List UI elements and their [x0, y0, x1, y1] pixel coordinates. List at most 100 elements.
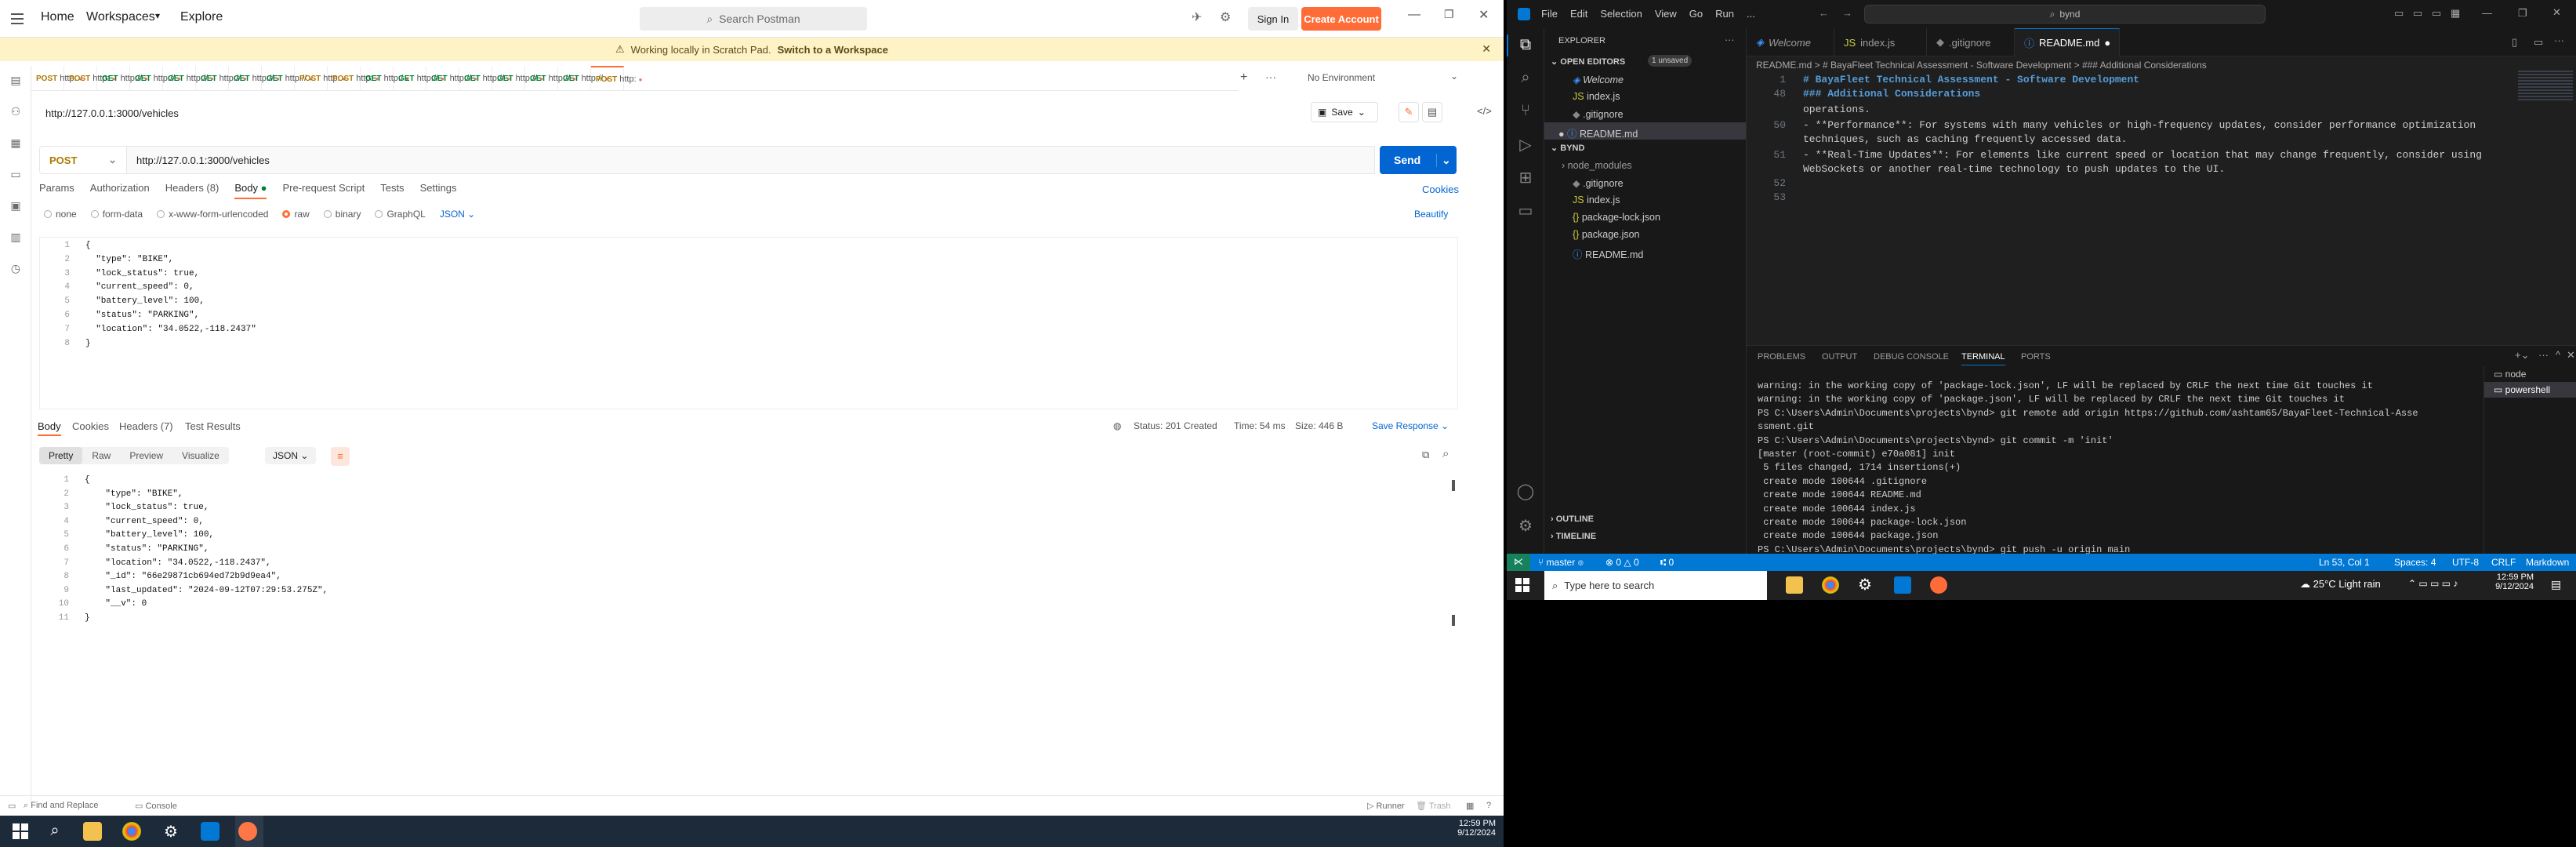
more-icon[interactable]: ···: [2538, 349, 2549, 361]
trash-button[interactable]: 🗑 Trash: [1416, 801, 1451, 811]
request-tab[interactable]: GET http://●: [426, 66, 477, 91]
ports-indicator[interactable]: ⑆ 0: [1660, 557, 1674, 568]
branch-indicator[interactable]: ⑂ master ◎: [1538, 557, 1584, 568]
request-tab[interactable]: POST http: ●: [64, 66, 115, 91]
folder-header[interactable]: ⌄ BYND: [1551, 143, 1584, 153]
mock-servers-icon[interactable]: ▣: [8, 199, 24, 213]
layout-icon[interactable]: ▦: [2451, 7, 2460, 20]
chrome-icon[interactable]: [1822, 576, 1839, 594]
scrollbar-thumb[interactable]: [1452, 480, 1455, 491]
panel-tab-debug[interactable]: DEBUG CONSOLE: [1874, 352, 1949, 362]
terminal-node[interactable]: ▭ node: [2484, 366, 2576, 382]
find-replace-button[interactable]: ⌕ Find and Replace: [24, 801, 98, 811]
settings-icon[interactable]: ⚙: [1858, 575, 1872, 594]
scrollbar-thumb[interactable]: [1452, 615, 1455, 626]
open-editors-header[interactable]: ⌄ OPEN EDITORS: [1551, 56, 1625, 67]
tab-params[interactable]: Params: [39, 182, 74, 199]
file-readme[interactable]: ⓘ README.md: [1573, 246, 1643, 261]
notification-icon[interactable]: ▤: [2551, 578, 2561, 591]
vscode-icon[interactable]: [1894, 576, 1911, 594]
resp-tab-tests[interactable]: Test Results: [185, 420, 241, 432]
request-tab[interactable]: POST http: ●: [591, 66, 642, 91]
toggle-panel-icon[interactable]: ▭: [2413, 7, 2422, 20]
terminal-powershell[interactable]: ▭ powershell: [2484, 382, 2576, 398]
apis-icon[interactable]: ▭: [8, 168, 24, 182]
menu-item[interactable]: View: [1655, 8, 1677, 20]
radio-raw[interactable]: raw: [282, 209, 310, 220]
open-preview-icon[interactable]: ▭: [2534, 36, 2543, 49]
gear-icon[interactable]: ⚙: [1516, 516, 1535, 535]
tab-pre-request[interactable]: Pre-request Script: [282, 182, 365, 199]
file-package-lock[interactable]: {} package-lock.json: [1573, 212, 1660, 223]
environments-icon[interactable]: ⚇: [8, 105, 24, 119]
close-icon[interactable]: ✕: [1478, 7, 1489, 23]
request-tab[interactable]: GET http://●: [394, 66, 444, 91]
file-node-modules[interactable]: › node_modules: [1562, 160, 1632, 171]
environment-select[interactable]: No Environment: [1308, 72, 1375, 83]
radio-graphql[interactable]: GraphQL: [375, 209, 426, 220]
problems-indicator[interactable]: ⊗ 0 △ 0: [1605, 557, 1639, 568]
search-icon[interactable]: ⌕: [1442, 447, 1449, 460]
cookies-link[interactable]: Cookies: [1422, 184, 1459, 195]
console-button[interactable]: ▭ Console: [135, 801, 177, 811]
file-explorer-icon[interactable]: [83, 822, 102, 841]
chevron-down-icon[interactable]: ▾: [155, 10, 160, 21]
panel-tab-terminal[interactable]: TERMINAL: [1961, 352, 2005, 365]
remote-indicator[interactable]: ⋉: [1507, 554, 1530, 571]
account-icon[interactable]: ◯: [1516, 482, 1535, 500]
tab-authorization[interactable]: Authorization: [90, 182, 150, 199]
postman-icon[interactable]: [1930, 576, 1947, 594]
request-tab[interactable]: GET http://●: [459, 66, 510, 91]
split-editor-icon[interactable]: ▯: [2512, 36, 2517, 49]
beautify-link[interactable]: Beautify: [1414, 209, 1448, 220]
search-icon[interactable]: ⌕: [1516, 69, 1535, 88]
switch-workspace-link[interactable]: Switch to a Workspace: [778, 44, 888, 56]
maximize-icon[interactable]: ❐: [1444, 8, 1454, 21]
history-clock-icon[interactable]: ◷: [8, 262, 24, 276]
nav-explore[interactable]: Explore: [180, 10, 223, 24]
minimize-icon[interactable]: —: [1408, 8, 1420, 22]
comment-icon[interactable]: ▤: [1422, 102, 1442, 122]
taskbar-search-input[interactable]: ⌕ Type here to search: [1544, 571, 1767, 600]
radio-urlencoded[interactable]: x-www-form-urlencoded: [157, 209, 268, 220]
request-tab[interactable]: POST http: ●: [31, 66, 82, 91]
satellite-icon[interactable]: ✈: [1192, 9, 1202, 25]
tab-tests[interactable]: Tests: [380, 182, 404, 199]
minimap[interactable]: [2518, 71, 2573, 102]
search-input[interactable]: ⌕ Search Postman: [640, 7, 867, 31]
windows-start-icon[interactable]: [1515, 577, 1530, 593]
monitors-icon[interactable]: ▥: [8, 231, 24, 245]
tab-gitignore[interactable]: ◆ .gitignore: [1927, 28, 2015, 56]
vscode-icon[interactable]: [201, 822, 220, 841]
edit-icon[interactable]: ✎: [1399, 102, 1419, 122]
resp-tab-body[interactable]: Body: [38, 420, 61, 432]
request-tab[interactable]: GET http://●: [525, 66, 576, 91]
more-icon[interactable]: ···: [2554, 35, 2564, 46]
request-tab[interactable]: GET http://●: [558, 66, 609, 91]
forward-icon[interactable]: →: [1842, 7, 1852, 19]
resp-tab-headers[interactable]: Headers (7): [119, 420, 173, 432]
create-account-button[interactable]: Create Account: [1301, 7, 1381, 31]
system-tray-icons[interactable]: ⌃ ▭ ▭ ▭ ♪: [2408, 578, 2458, 589]
mode-visualize[interactable]: Visualize: [172, 447, 229, 464]
save-response-button[interactable]: Save Response ⌄: [1372, 420, 1449, 431]
radio-binary[interactable]: binary: [323, 209, 361, 220]
settings-icon[interactable]: ⚙: [161, 822, 180, 841]
grid-icon[interactable]: ▦: [1466, 801, 1474, 811]
request-tab[interactable]: GET http://●: [262, 66, 313, 91]
file-package[interactable]: {} package.json: [1573, 229, 1640, 240]
source-control-icon[interactable]: ⑂: [1516, 102, 1535, 121]
history-icon[interactable]: ▦: [8, 136, 24, 151]
menu-item[interactable]: Edit: [1570, 8, 1587, 20]
request-tab[interactable]: GET http://●: [229, 66, 280, 91]
menu-item[interactable]: ...: [1747, 8, 1755, 20]
request-body-editor[interactable]: 1 {2 "type": "BIKE", 3 "lock_status": true…: [39, 237, 1458, 409]
gear-icon[interactable]: ⚙: [1220, 9, 1231, 25]
request-tab[interactable]: GET http://●: [196, 66, 247, 91]
back-icon[interactable]: ←: [1819, 7, 1829, 19]
minimize-icon[interactable]: —: [2482, 7, 2492, 19]
url-input[interactable]: http://127.0.0.1:3000/vehicles: [127, 146, 1375, 174]
wrap-icon[interactable]: ≡: [331, 447, 350, 466]
cursor-position[interactable]: Ln 53, Col 1: [2319, 557, 2370, 568]
collections-icon[interactable]: ▤: [8, 74, 24, 88]
